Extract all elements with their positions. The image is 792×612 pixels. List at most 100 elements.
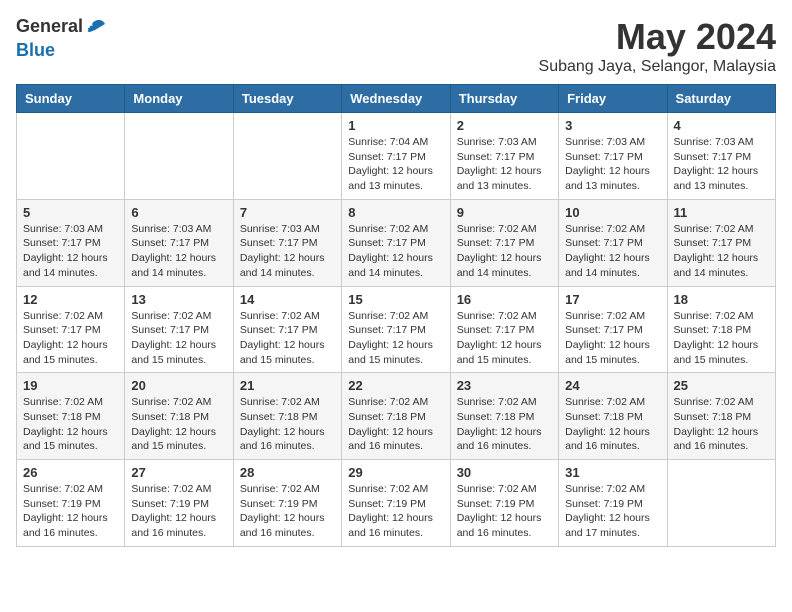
calendar-cell bbox=[17, 113, 125, 200]
cell-info: Sunrise: 7:02 AMSunset: 7:18 PMDaylight:… bbox=[23, 395, 118, 454]
cell-date: 7 bbox=[240, 205, 335, 220]
calendar-cell bbox=[233, 113, 341, 200]
cell-date: 3 bbox=[565, 118, 660, 133]
cell-date: 20 bbox=[131, 378, 226, 393]
calendar-cell: 2 Sunrise: 7:03 AMSunset: 7:17 PMDayligh… bbox=[450, 113, 558, 200]
cell-info: Sunrise: 7:02 AMSunset: 7:19 PMDaylight:… bbox=[565, 482, 660, 541]
calendar-cell: 28 Sunrise: 7:02 AMSunset: 7:19 PMDaylig… bbox=[233, 460, 341, 547]
cell-info: Sunrise: 7:02 AMSunset: 7:18 PMDaylight:… bbox=[131, 395, 226, 454]
calendar-cell: 4 Sunrise: 7:03 AMSunset: 7:17 PMDayligh… bbox=[667, 113, 775, 200]
calendar-cell: 25 Sunrise: 7:02 AMSunset: 7:18 PMDaylig… bbox=[667, 373, 775, 460]
cell-info: Sunrise: 7:03 AMSunset: 7:17 PMDaylight:… bbox=[457, 135, 552, 194]
cell-info: Sunrise: 7:02 AMSunset: 7:17 PMDaylight:… bbox=[240, 309, 335, 368]
calendar-cell: 12 Sunrise: 7:02 AMSunset: 7:17 PMDaylig… bbox=[17, 286, 125, 373]
calendar-cell: 16 Sunrise: 7:02 AMSunset: 7:17 PMDaylig… bbox=[450, 286, 558, 373]
logo: General Blue bbox=[16, 16, 109, 61]
cell-date: 21 bbox=[240, 378, 335, 393]
cell-info: Sunrise: 7:02 AMSunset: 7:18 PMDaylight:… bbox=[348, 395, 443, 454]
calendar-cell: 7 Sunrise: 7:03 AMSunset: 7:17 PMDayligh… bbox=[233, 199, 341, 286]
cell-date: 10 bbox=[565, 205, 660, 220]
logo-bird-icon bbox=[85, 16, 109, 40]
calendar-cell bbox=[125, 113, 233, 200]
cell-date: 13 bbox=[131, 292, 226, 307]
day-header-saturday: Saturday bbox=[667, 85, 775, 113]
cell-date: 24 bbox=[565, 378, 660, 393]
cell-info: Sunrise: 7:02 AMSunset: 7:17 PMDaylight:… bbox=[348, 222, 443, 281]
cell-info: Sunrise: 7:02 AMSunset: 7:17 PMDaylight:… bbox=[348, 309, 443, 368]
cell-info: Sunrise: 7:03 AMSunset: 7:17 PMDaylight:… bbox=[674, 135, 769, 194]
cell-date: 11 bbox=[674, 205, 769, 220]
calendar-cell: 22 Sunrise: 7:02 AMSunset: 7:18 PMDaylig… bbox=[342, 373, 450, 460]
cell-info: Sunrise: 7:02 AMSunset: 7:17 PMDaylight:… bbox=[565, 309, 660, 368]
cell-date: 1 bbox=[348, 118, 443, 133]
logo-blue: Blue bbox=[16, 40, 55, 60]
title-area: May 2024 Subang Jaya, Selangor, Malaysia bbox=[539, 16, 776, 76]
cell-info: Sunrise: 7:02 AMSunset: 7:19 PMDaylight:… bbox=[240, 482, 335, 541]
cell-info: Sunrise: 7:02 AMSunset: 7:18 PMDaylight:… bbox=[565, 395, 660, 454]
calendar-week-2: 5 Sunrise: 7:03 AMSunset: 7:17 PMDayligh… bbox=[17, 199, 776, 286]
calendar-week-5: 26 Sunrise: 7:02 AMSunset: 7:19 PMDaylig… bbox=[17, 460, 776, 547]
cell-date: 4 bbox=[674, 118, 769, 133]
cell-date: 12 bbox=[23, 292, 118, 307]
calendar-cell: 17 Sunrise: 7:02 AMSunset: 7:17 PMDaylig… bbox=[559, 286, 667, 373]
calendar-table: SundayMondayTuesdayWednesdayThursdayFrid… bbox=[16, 84, 776, 547]
day-header-wednesday: Wednesday bbox=[342, 85, 450, 113]
day-header-monday: Monday bbox=[125, 85, 233, 113]
calendar-cell: 18 Sunrise: 7:02 AMSunset: 7:18 PMDaylig… bbox=[667, 286, 775, 373]
calendar-cell: 26 Sunrise: 7:02 AMSunset: 7:19 PMDaylig… bbox=[17, 460, 125, 547]
cell-info: Sunrise: 7:02 AMSunset: 7:18 PMDaylight:… bbox=[240, 395, 335, 454]
cell-date: 23 bbox=[457, 378, 552, 393]
cell-date: 6 bbox=[131, 205, 226, 220]
cell-info: Sunrise: 7:04 AMSunset: 7:17 PMDaylight:… bbox=[348, 135, 443, 194]
main-title: May 2024 bbox=[539, 16, 776, 58]
cell-info: Sunrise: 7:02 AMSunset: 7:17 PMDaylight:… bbox=[23, 309, 118, 368]
cell-info: Sunrise: 7:02 AMSunset: 7:19 PMDaylight:… bbox=[348, 482, 443, 541]
calendar-cell bbox=[667, 460, 775, 547]
cell-info: Sunrise: 7:02 AMSunset: 7:17 PMDaylight:… bbox=[457, 309, 552, 368]
calendar-cell: 29 Sunrise: 7:02 AMSunset: 7:19 PMDaylig… bbox=[342, 460, 450, 547]
calendar-cell: 31 Sunrise: 7:02 AMSunset: 7:19 PMDaylig… bbox=[559, 460, 667, 547]
calendar-cell: 30 Sunrise: 7:02 AMSunset: 7:19 PMDaylig… bbox=[450, 460, 558, 547]
cell-date: 31 bbox=[565, 465, 660, 480]
cell-date: 9 bbox=[457, 205, 552, 220]
cell-info: Sunrise: 7:03 AMSunset: 7:17 PMDaylight:… bbox=[23, 222, 118, 281]
calendar-cell: 1 Sunrise: 7:04 AMSunset: 7:17 PMDayligh… bbox=[342, 113, 450, 200]
cell-date: 26 bbox=[23, 465, 118, 480]
day-header-sunday: Sunday bbox=[17, 85, 125, 113]
day-header-tuesday: Tuesday bbox=[233, 85, 341, 113]
cell-date: 25 bbox=[674, 378, 769, 393]
day-header-thursday: Thursday bbox=[450, 85, 558, 113]
calendar-cell: 9 Sunrise: 7:02 AMSunset: 7:17 PMDayligh… bbox=[450, 199, 558, 286]
cell-info: Sunrise: 7:02 AMSunset: 7:19 PMDaylight:… bbox=[457, 482, 552, 541]
day-header-friday: Friday bbox=[559, 85, 667, 113]
cell-info: Sunrise: 7:03 AMSunset: 7:17 PMDaylight:… bbox=[131, 222, 226, 281]
calendar-cell: 3 Sunrise: 7:03 AMSunset: 7:17 PMDayligh… bbox=[559, 113, 667, 200]
cell-info: Sunrise: 7:02 AMSunset: 7:17 PMDaylight:… bbox=[674, 222, 769, 281]
cell-date: 8 bbox=[348, 205, 443, 220]
subtitle: Subang Jaya, Selangor, Malaysia bbox=[539, 58, 776, 76]
calendar-cell: 23 Sunrise: 7:02 AMSunset: 7:18 PMDaylig… bbox=[450, 373, 558, 460]
cell-date: 22 bbox=[348, 378, 443, 393]
cell-info: Sunrise: 7:02 AMSunset: 7:19 PMDaylight:… bbox=[23, 482, 118, 541]
calendar-cell: 11 Sunrise: 7:02 AMSunset: 7:17 PMDaylig… bbox=[667, 199, 775, 286]
cell-date: 29 bbox=[348, 465, 443, 480]
cell-info: Sunrise: 7:02 AMSunset: 7:17 PMDaylight:… bbox=[457, 222, 552, 281]
cell-date: 28 bbox=[240, 465, 335, 480]
cell-info: Sunrise: 7:03 AMSunset: 7:17 PMDaylight:… bbox=[240, 222, 335, 281]
cell-info: Sunrise: 7:02 AMSunset: 7:18 PMDaylight:… bbox=[674, 395, 769, 454]
calendar-header-row: SundayMondayTuesdayWednesdayThursdayFrid… bbox=[17, 85, 776, 113]
calendar-week-3: 12 Sunrise: 7:02 AMSunset: 7:17 PMDaylig… bbox=[17, 286, 776, 373]
cell-info: Sunrise: 7:02 AMSunset: 7:17 PMDaylight:… bbox=[565, 222, 660, 281]
cell-date: 30 bbox=[457, 465, 552, 480]
cell-date: 14 bbox=[240, 292, 335, 307]
cell-date: 18 bbox=[674, 292, 769, 307]
calendar-cell: 15 Sunrise: 7:02 AMSunset: 7:17 PMDaylig… bbox=[342, 286, 450, 373]
cell-info: Sunrise: 7:02 AMSunset: 7:19 PMDaylight:… bbox=[131, 482, 226, 541]
logo-general: General bbox=[16, 16, 83, 36]
calendar-cell: 6 Sunrise: 7:03 AMSunset: 7:17 PMDayligh… bbox=[125, 199, 233, 286]
calendar-cell: 27 Sunrise: 7:02 AMSunset: 7:19 PMDaylig… bbox=[125, 460, 233, 547]
cell-info: Sunrise: 7:03 AMSunset: 7:17 PMDaylight:… bbox=[565, 135, 660, 194]
cell-date: 16 bbox=[457, 292, 552, 307]
calendar-cell: 13 Sunrise: 7:02 AMSunset: 7:17 PMDaylig… bbox=[125, 286, 233, 373]
cell-info: Sunrise: 7:02 AMSunset: 7:18 PMDaylight:… bbox=[674, 309, 769, 368]
